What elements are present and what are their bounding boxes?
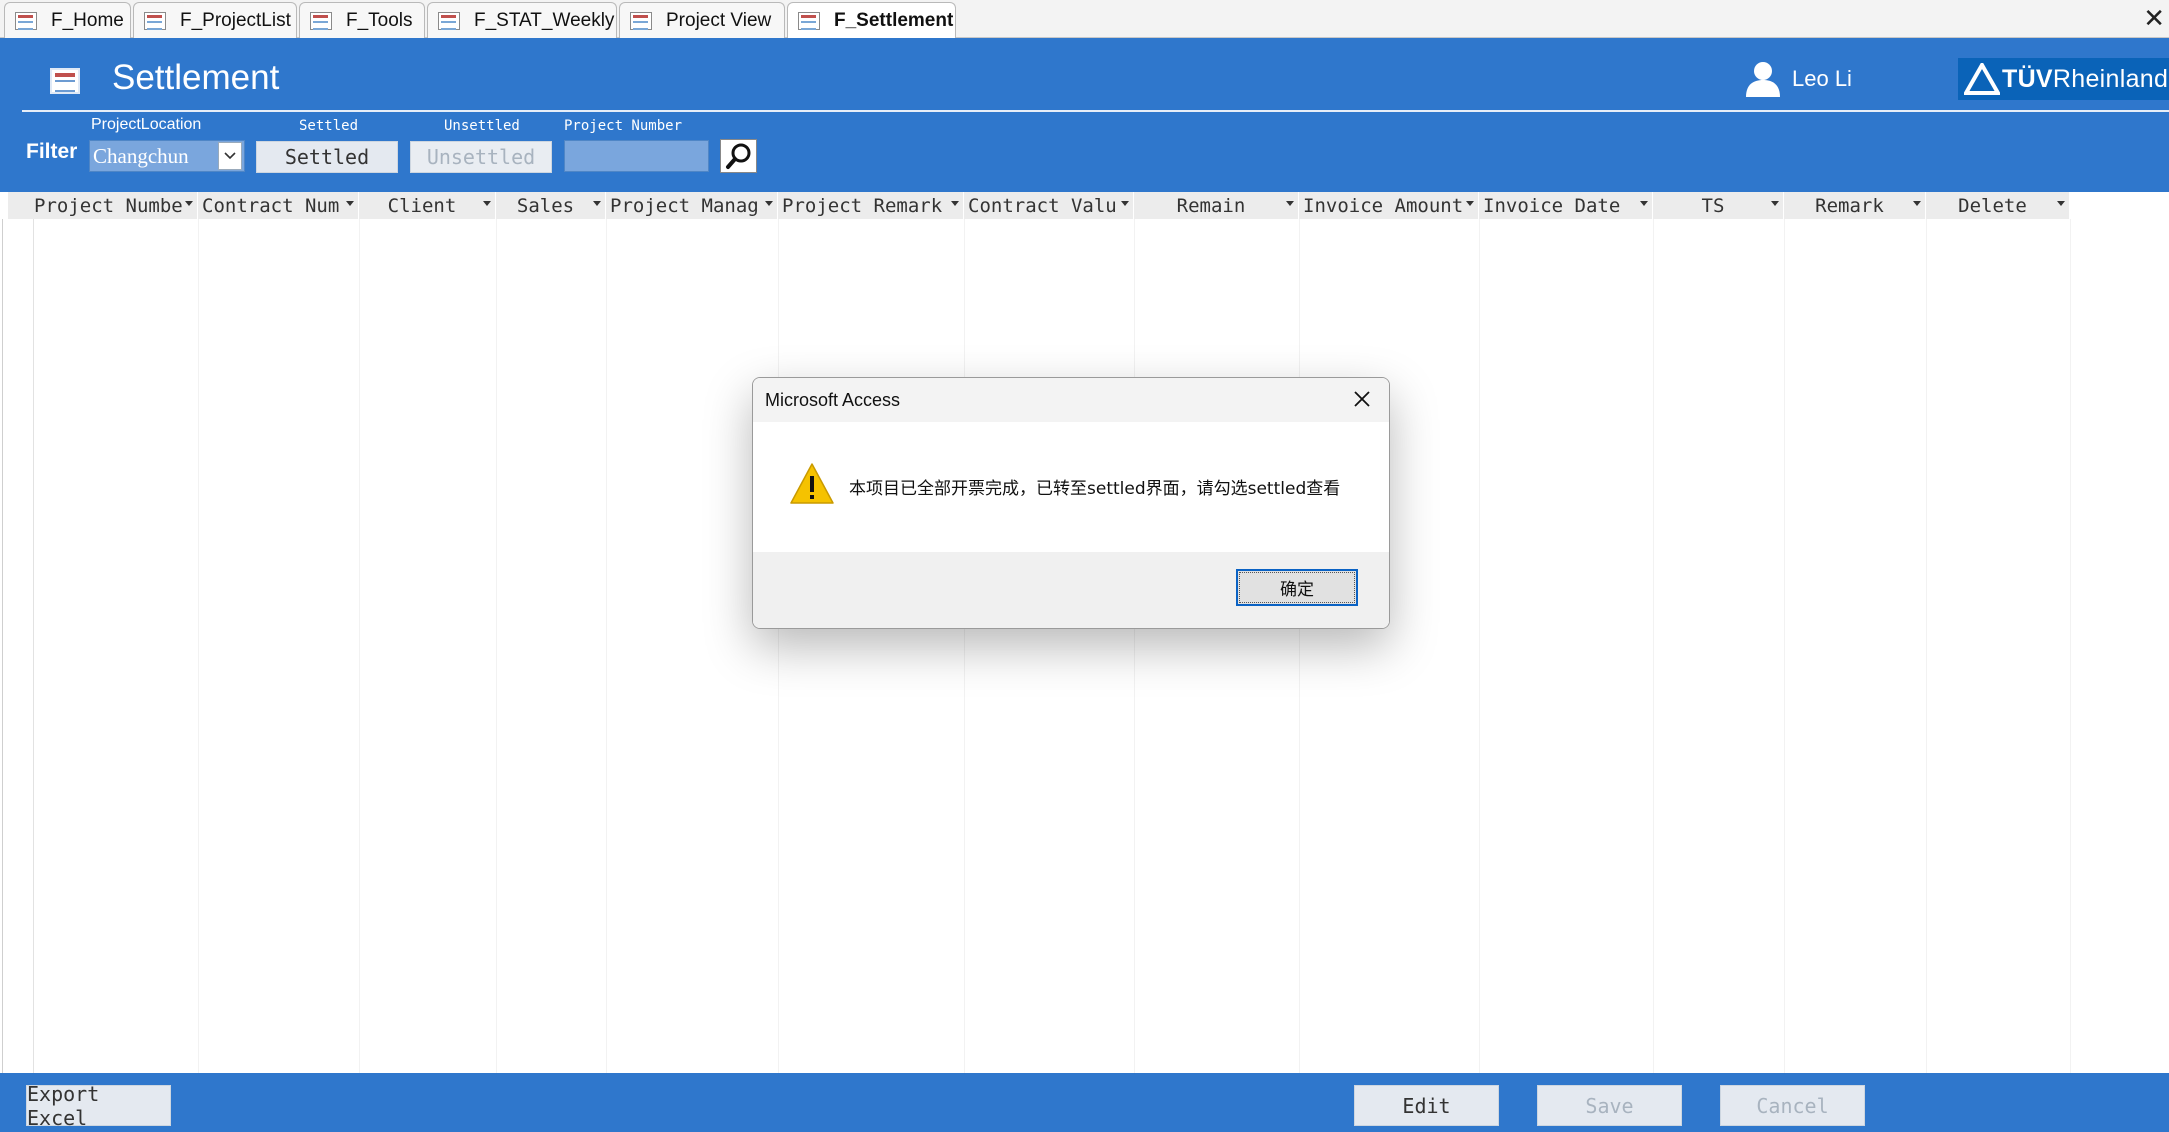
filter-label: Filter <box>26 140 78 163</box>
project-number-input[interactable] <box>564 140 709 172</box>
export-excel-button[interactable]: Export Excel <box>26 1082 171 1130</box>
tab-label: F_Settlement <box>834 10 954 31</box>
column-header-sales[interactable]: Sales <box>496 192 606 219</box>
tab-label: F_STAT_Weekly <box>474 9 615 31</box>
column-header-ts[interactable]: TS <box>1653 192 1784 219</box>
close-document-icon[interactable]: ✕ <box>2143 4 2165 32</box>
tab-f-stat-weekly[interactable]: F_STAT_Weekly <box>427 2 617 38</box>
column-header-client[interactable]: Client <box>359 192 496 219</box>
tab-f-projectlist[interactable]: F_ProjectList <box>133 2 297 38</box>
column-header-delete[interactable]: Delete <box>1926 192 2070 219</box>
dropdown-arrow-icon <box>1286 201 1294 206</box>
grid-column-line <box>1926 219 1927 1073</box>
column-header-remain[interactable]: Remain <box>1134 192 1299 219</box>
access-window: F_Home F_ProjectList F_Tools F_STAT_Week… <box>0 0 2169 1132</box>
dialog-title-bar: Microsoft Access <box>753 378 1389 422</box>
cancel-button[interactable]: Cancel <box>1720 1085 1865 1126</box>
save-button[interactable]: Save <box>1537 1085 1682 1126</box>
column-header-invoice-date[interactable]: Invoice Date <box>1479 192 1653 219</box>
column-header-invoice-amount[interactable]: Invoice Amount <box>1299 192 1479 219</box>
header-divider <box>22 110 2169 112</box>
grid-column-line <box>1299 219 1300 1073</box>
settled-button[interactable]: Settled <box>256 141 398 173</box>
dropdown-arrow-icon <box>951 201 959 206</box>
dropdown-arrow-icon <box>1121 201 1129 206</box>
grid-column-line <box>778 219 779 1073</box>
dialog-title: Microsoft Access <box>765 390 901 410</box>
project-number-label: Project Number <box>564 118 683 134</box>
page-title: Settlement <box>112 58 280 97</box>
column-header-contract-num[interactable]: Contract Num <box>198 192 359 219</box>
dropdown-arrow-icon <box>1913 201 1921 206</box>
record-selector-column[interactable] <box>2 219 34 1073</box>
warning-icon <box>790 463 834 504</box>
tab-f-tools[interactable]: F_Tools <box>299 2 425 38</box>
dropdown-arrow-icon <box>483 201 491 206</box>
column-header-project-number[interactable]: Project Numbe <box>8 192 198 219</box>
unsettled-button[interactable]: Unsettled <box>410 141 552 173</box>
tab-project-view[interactable]: Project View <box>619 2 785 38</box>
form-header: Settlement Leo Li TÜVRheinland Filter Pr… <box>0 38 2169 192</box>
search-icon <box>725 143 750 169</box>
chevron-down-icon[interactable] <box>218 142 242 170</box>
settled-label: Settled <box>299 118 359 134</box>
dropdown-arrow-icon <box>2057 201 2065 206</box>
form-icon <box>630 11 652 30</box>
grid-column-line <box>2070 219 2071 1073</box>
dialog-body: 本项目已全部开票完成，已转至settled界面，请勾选settled查看 <box>753 422 1389 552</box>
logo-text: TÜVRheinland <box>2002 64 2169 93</box>
form-icon <box>438 11 460 30</box>
dialog-message: 本项目已全部开票完成，已转至settled界面，请勾选settled查看 <box>849 479 1341 499</box>
grid-column-line <box>964 219 965 1073</box>
datasheet-body[interactable] <box>0 219 2169 1073</box>
tab-f-home[interactable]: F_Home <box>4 2 131 38</box>
grid-column-line <box>606 219 607 1073</box>
grid-column-line <box>1784 219 1785 1073</box>
dropdown-arrow-icon <box>765 201 773 206</box>
logo-triangle-icon <box>1964 63 2000 95</box>
edit-button[interactable]: Edit <box>1354 1085 1499 1126</box>
column-header-project-manager[interactable]: Project Manag <box>606 192 778 219</box>
form-icon <box>798 12 820 30</box>
dropdown-arrow-icon <box>185 201 193 206</box>
tab-label: F_Home <box>51 9 124 31</box>
column-header-contract-value[interactable]: Contract Valu <box>964 192 1134 219</box>
dropdown-arrow-icon <box>1771 201 1779 206</box>
grid-column-line <box>1653 219 1654 1073</box>
project-location-label: ProjectLocation <box>91 116 202 133</box>
column-headers: Project Numbe Contract Num Client Sales … <box>8 192 2070 219</box>
column-header-remark[interactable]: Remark <box>1784 192 1926 219</box>
document-tab-bar: F_Home F_ProjectList F_Tools F_STAT_Week… <box>0 0 2169 39</box>
tuv-rheinland-logo: TÜVRheinland <box>1958 58 2169 100</box>
project-location-select[interactable]: Changchun <box>89 140 245 172</box>
user-icon <box>1746 62 1780 97</box>
unsettled-label: Unsettled <box>444 118 520 134</box>
dropdown-arrow-icon <box>1640 201 1648 206</box>
grid-column-line <box>198 219 199 1073</box>
form-icon <box>144 11 166 30</box>
grid-column-line <box>496 219 497 1073</box>
ok-button[interactable]: 确定 <box>1236 569 1358 606</box>
tab-label: Project View <box>666 9 772 31</box>
tab-f-settlement[interactable]: F_Settlement <box>787 2 956 39</box>
column-header-project-remark[interactable]: Project Remark <box>778 192 964 219</box>
grid-column-line <box>1479 219 1480 1073</box>
search-button[interactable] <box>720 139 757 173</box>
tab-label: F_Tools <box>346 9 413 31</box>
tab-label: F_ProjectList <box>180 9 291 31</box>
dropdown-arrow-icon <box>1466 201 1474 206</box>
grid-column-line <box>1134 219 1135 1073</box>
user-name: Leo Li <box>1792 66 1852 91</box>
form-icon <box>50 68 80 94</box>
form-icon <box>15 11 37 30</box>
project-location-value: Changchun <box>93 143 189 168</box>
form-icon <box>310 11 332 30</box>
close-icon[interactable] <box>1349 386 1375 412</box>
dropdown-arrow-icon <box>593 201 601 206</box>
dropdown-arrow-icon <box>346 201 354 206</box>
message-dialog: Microsoft Access 本项目已全部开票完成，已转至settled界面… <box>752 377 1390 629</box>
grid-column-line <box>359 219 360 1073</box>
